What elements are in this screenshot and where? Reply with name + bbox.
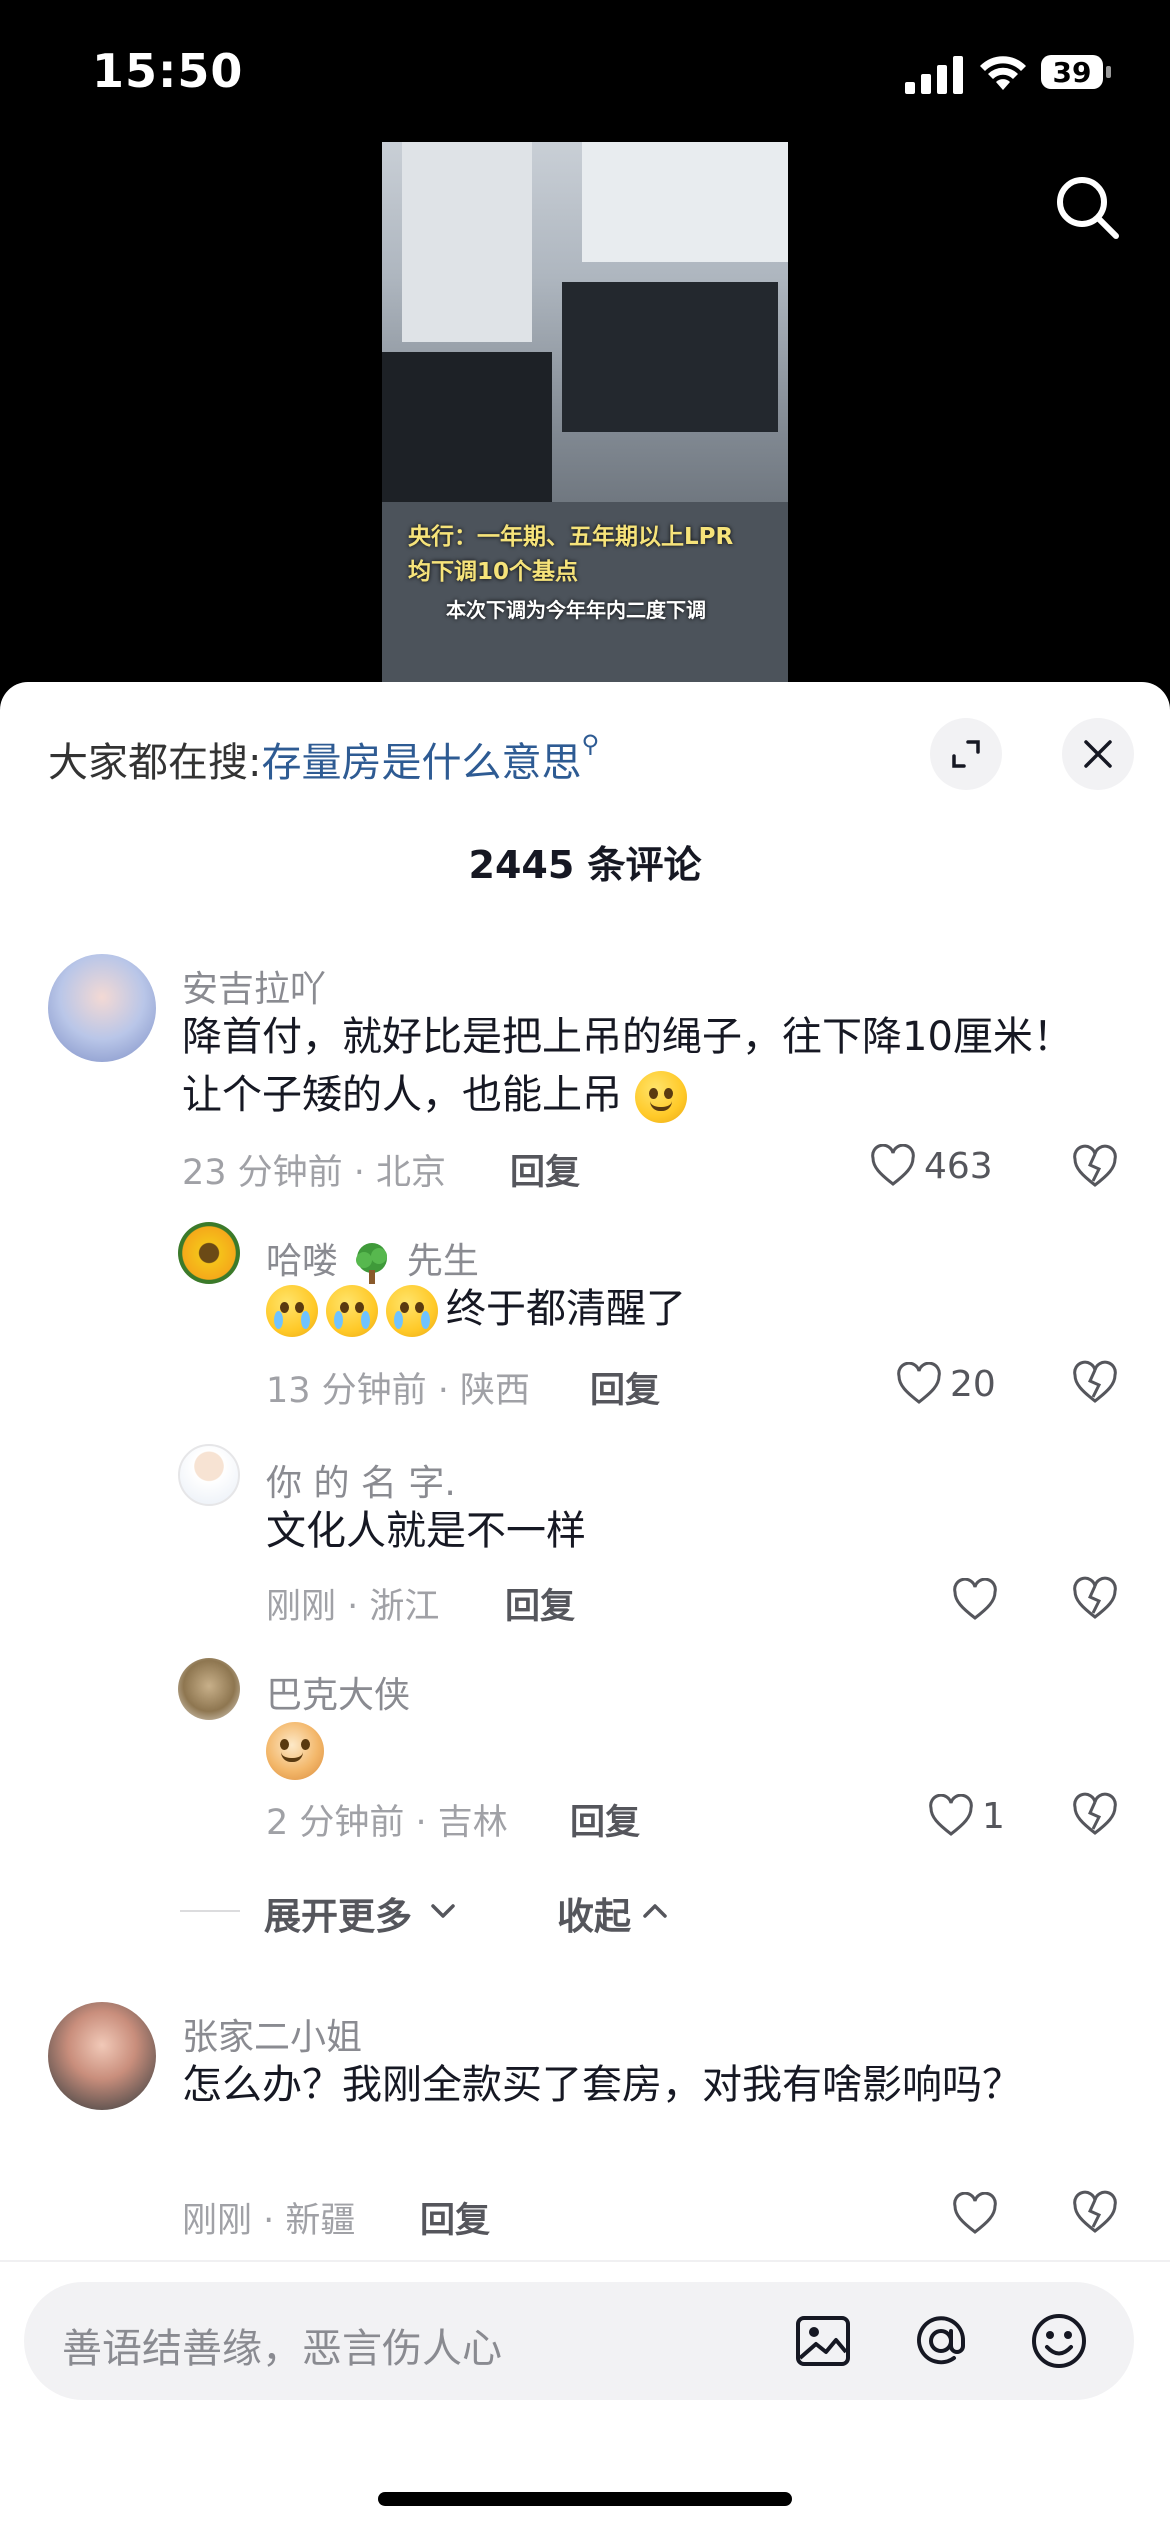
comment-input[interactable]: 善语结善缘，恶言伤人心 [24, 2282, 1134, 2400]
battery-level: 39 [1052, 56, 1092, 89]
reply-item: 哈喽 先生 终于都清醒了 13 分钟前 · 陕西 回复 20 [0, 1222, 1170, 1422]
comment-item: 安吉拉吖 降首付，就好比是把上吊的绳子，往下降10厘米！让个子矮的人，也能上吊 … [0, 954, 1170, 1193]
avatar[interactable] [178, 1658, 240, 1720]
heart-icon [871, 1144, 915, 1186]
cellular-signal-icon [905, 56, 963, 94]
hot-search-prefix: 大家都在搜: [48, 740, 262, 786]
crying-emoji-icon [266, 1285, 318, 1337]
like-count: 1 [982, 1796, 1005, 1837]
like-button[interactable]: 463 [870, 1140, 1010, 1190]
wifi-icon [980, 56, 1026, 90]
comment-username[interactable]: 哈喽 先生 [266, 1232, 479, 1286]
like-count: 20 [950, 1364, 996, 1405]
comment-username[interactable]: 巴克大侠 [266, 1666, 410, 1718]
heart-icon [953, 2192, 997, 2234]
comment-text: 降首付，就好比是把上吊的绳子，往下降10厘米！让个子矮的人，也能上吊 [182, 1008, 1102, 1124]
comment-meta: 13 分钟前 · 陕西 [266, 1371, 531, 1411]
comments-sheet: 大家都在搜:存量房是什么意思⚲ 2445 条评论 安吉拉吖 降首付，就好比是把上… [0, 682, 1170, 2532]
comment-text: 文化人就是不一样 [266, 1508, 586, 1554]
home-indicator[interactable] [378, 2492, 792, 2506]
collapse-button[interactable]: 收起 [557, 1886, 631, 1940]
expand-more-button[interactable]: 展开更多 [264, 1886, 412, 1940]
video-frame-monitor [382, 352, 552, 522]
expand-icon [952, 740, 980, 768]
avatar[interactable] [178, 1222, 240, 1284]
like-count: 463 [924, 1146, 993, 1187]
video-caption: 本次下调为今年年内二度下调 [446, 598, 706, 622]
comment-text: 终于都清醒了 [266, 1280, 1066, 1338]
dislike-icon[interactable] [1072, 1144, 1118, 1190]
heart-icon [897, 1362, 941, 1404]
comment-meta: 刚刚 · 新疆 [182, 2201, 356, 2241]
hot-search-query[interactable]: 存量房是什么意思 [261, 740, 581, 786]
reply-button[interactable]: 回复 [590, 1362, 660, 1413]
hot-search[interactable]: 大家都在搜:存量房是什么意思⚲ [48, 730, 599, 788]
comment-text [266, 1720, 1066, 1780]
small-search-icon: ⚲ [581, 730, 600, 758]
dislike-icon[interactable] [1072, 1576, 1118, 1622]
comment-username[interactable]: 张家二小姐 [182, 2008, 362, 2060]
reply-button[interactable]: 回复 [420, 2192, 490, 2243]
heart-icon [929, 1794, 973, 1836]
dislike-icon[interactable] [1072, 2190, 1118, 2236]
chevron-down-icon[interactable] [428, 1896, 458, 1926]
status-time: 15:50 [92, 44, 244, 98]
chevron-up-icon[interactable] [640, 1896, 670, 1926]
divider [180, 1910, 240, 1912]
crying-emoji-icon [386, 1285, 438, 1337]
reply-item: 你 的 名 字. 文化人就是不一样 刚刚 · 浙江 回复 [0, 1444, 1170, 1644]
comment-count: 2445 条评论 [468, 843, 702, 887]
status-bar: 15:50 39 [0, 0, 1170, 140]
mention-icon[interactable] [910, 2310, 972, 2372]
reply-button[interactable]: 回复 [570, 1794, 640, 1845]
comment-username[interactable]: 你 的 名 字. [266, 1454, 456, 1506]
video-caption: 均下调10个基点 [408, 559, 579, 585]
reply-button[interactable]: 回复 [510, 1144, 580, 1195]
close-icon [1084, 740, 1112, 768]
video-player[interactable]: 央行：一年期、五年期以上LPR 均下调10个基点 本次下调为今年年内二度下调 [382, 142, 788, 682]
close-button[interactable] [1062, 718, 1134, 790]
crying-emoji-icon [326, 1285, 378, 1337]
video-frame-window [582, 142, 788, 262]
fullscreen-button[interactable] [930, 718, 1002, 790]
reply-item: 巴克大侠 2 分钟前 · 吉林 回复 1 [0, 1658, 1170, 1858]
like-button[interactable] [952, 1574, 1012, 1624]
comment-meta: 刚刚 · 浙江 [266, 1587, 440, 1627]
video-frame-wall [402, 142, 532, 342]
like-button[interactable]: 1 [928, 1790, 1018, 1840]
like-button[interactable] [952, 2188, 1012, 2238]
heart-icon [953, 1578, 997, 1620]
comment-text: 怎么办？我刚全款买了套房，对我有啥影响吗？ [182, 2062, 1022, 2108]
comment-input-placeholder: 善语结善缘，恶言伤人心 [62, 2326, 502, 2372]
dislike-icon[interactable] [1072, 1360, 1118, 1406]
reply-button[interactable]: 回复 [505, 1578, 575, 1629]
video-frame-monitor [562, 282, 778, 432]
comment-meta: 2 分钟前 · 吉林 [266, 1803, 508, 1843]
avatar[interactable] [48, 954, 156, 1062]
search-icon[interactable] [1052, 172, 1122, 242]
emoji-icon[interactable] [1028, 2310, 1090, 2372]
image-icon[interactable] [792, 2310, 854, 2372]
smile-emoji-icon [634, 1071, 687, 1123]
like-button[interactable]: 20 [896, 1358, 1016, 1408]
video-caption: 央行：一年期、五年期以上LPR [408, 524, 734, 550]
avatar[interactable] [178, 1444, 240, 1506]
thread-controls: 展开更多 收起 [0, 1880, 1170, 1940]
comment-username[interactable]: 安吉拉吖 [182, 960, 326, 1012]
divider [0, 2260, 1170, 2262]
avatar[interactable] [48, 2002, 156, 2110]
dog-emoji-icon [266, 1722, 324, 1780]
dislike-icon[interactable] [1072, 1792, 1118, 1838]
comment-meta: 23 分钟前 · 北京 [182, 1153, 447, 1193]
comment-item: 张家二小姐 怎么办？我刚全款买了套房，对我有啥影响吗？ 刚刚 · 新疆 回复 [0, 2002, 1170, 2262]
